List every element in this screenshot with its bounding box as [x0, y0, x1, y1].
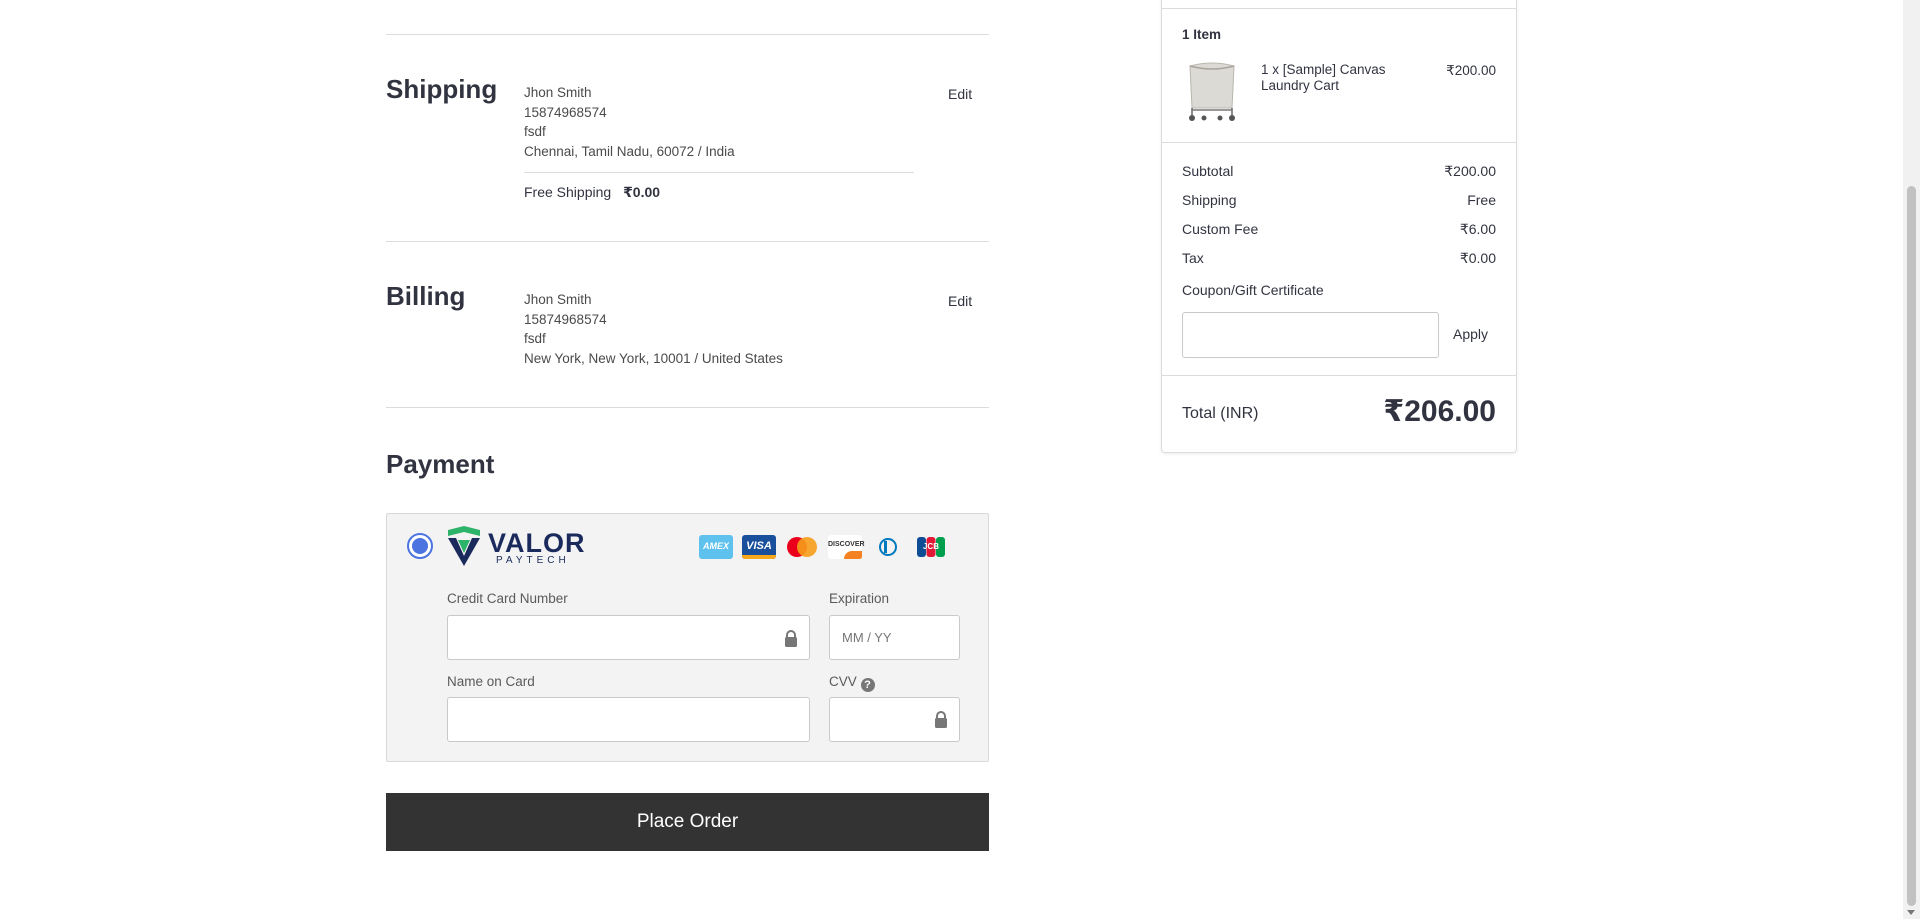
billing-name: Jhon Smith [524, 292, 592, 307]
shipping-method-name: Free Shipping [524, 184, 612, 200]
shipping-edit-link[interactable]: Edit [948, 86, 972, 102]
name-on-card-input[interactable] [447, 697, 810, 742]
valor-paytech-logo: VALOR PAYTECH [446, 526, 586, 568]
total-label: Total (INR) [1182, 405, 1259, 422]
shipping-row: Shipping Free [1182, 192, 1496, 208]
shipping-title: Shipping [386, 74, 498, 104]
shipping-company: fsdf [524, 124, 546, 139]
total-value: ₹206.00 [1383, 395, 1496, 428]
amex-icon-text: AMEX [702, 541, 729, 551]
coupon-input[interactable] [1182, 312, 1439, 358]
discover-icon-text: DISCOVER [828, 541, 865, 548]
billing-city: New York, New York, 10001 / United State… [524, 350, 783, 366]
name-on-card-label: Name on Card [447, 674, 535, 689]
expiration-input[interactable] [829, 615, 960, 660]
order-summary: 1 Item 1 x [Sample] Canvas Laundry Cart … [1161, 0, 1517, 453]
cvv-label: CVV [829, 674, 857, 689]
divider [1162, 375, 1516, 376]
lock-icon [785, 630, 797, 647]
custom-fee-row: Custom Fee ₹6.00 [1182, 221, 1496, 237]
product-price: ₹200.00 [1446, 63, 1496, 78]
payment-method-box: VALOR PAYTECH AMEX VISA DISCOVER JCB Cre… [386, 513, 989, 762]
coupon-label: Coupon/Gift Certificate [1182, 282, 1324, 298]
billing-phone: 15874968574 [524, 311, 607, 327]
payment-method-radio[interactable] [407, 533, 433, 559]
page-scrollbar[interactable] [1903, 0, 1920, 919]
lock-icon [935, 711, 947, 728]
cc-number-input[interactable] [447, 615, 810, 660]
valor-sub: PAYTECH [496, 555, 570, 566]
payment-title: Payment [386, 449, 495, 479]
cvv-label-group: CVV ? [829, 674, 875, 692]
divider [1162, 142, 1516, 143]
divider [386, 241, 989, 242]
mastercard-icon [785, 535, 819, 559]
jcb-icon-text: JCB [922, 542, 939, 551]
divider [386, 34, 989, 35]
divider [386, 407, 989, 408]
tax-label: Tax [1182, 250, 1204, 266]
scroll-down-arrow-icon[interactable] [1907, 910, 1915, 915]
custom-fee-value: ₹6.00 [1459, 221, 1496, 237]
visa-icon-text: VISA [746, 540, 772, 552]
diners-icon [871, 535, 905, 559]
billing-edit-link[interactable]: Edit [948, 293, 972, 309]
scrollbar-thumb[interactable] [1907, 186, 1916, 906]
cc-number-label: Credit Card Number [447, 591, 568, 606]
shipping-method: Free Shipping ₹0.00 [524, 184, 660, 201]
discover-icon: DISCOVER [828, 535, 865, 559]
shipping-name: Jhon Smith [524, 85, 592, 100]
jcb-icon: JCB [914, 535, 948, 559]
shipping-inner-divider [524, 172, 914, 173]
expiration-label: Expiration [829, 591, 890, 606]
shipping-method-price: ₹0.00 [623, 184, 661, 200]
divider [1162, 8, 1516, 9]
tax-row: Tax ₹0.00 [1182, 250, 1496, 266]
cvv-help-icon[interactable]: ? [860, 678, 875, 692]
valor-shield-icon [448, 526, 480, 566]
shipping-city: Chennai, Tamil Nadu, 60072 / India [524, 143, 735, 159]
subtotal-value: ₹200.00 [1444, 163, 1496, 179]
custom-fee-label: Custom Fee [1182, 221, 1259, 237]
product-image [1182, 60, 1242, 122]
amex-icon: AMEX [699, 535, 733, 559]
product-name: 1 x [Sample] Canvas Laundry Cart [1261, 62, 1386, 93]
tax-value: ₹0.00 [1459, 250, 1496, 266]
subtotal-row: Subtotal ₹200.00 [1182, 163, 1496, 179]
items-count: 1 Item [1182, 27, 1222, 42]
billing-company: fsdf [524, 331, 546, 346]
billing-address: Jhon Smith 15874968574 fsdf New York, Ne… [524, 290, 783, 368]
apply-coupon-button[interactable]: Apply [1453, 326, 1488, 342]
shipping-address: Jhon Smith 15874968574 fsdf Chennai, Tam… [524, 83, 735, 161]
shipping-label: Shipping [1182, 192, 1237, 208]
shipping-value: Free [1467, 192, 1496, 208]
visa-icon: VISA [742, 535, 776, 559]
billing-title: Billing [386, 281, 466, 311]
subtotal-label: Subtotal [1182, 163, 1234, 179]
place-order-button[interactable]: Place Order [386, 793, 989, 851]
shipping-phone: 15874968574 [524, 104, 607, 120]
